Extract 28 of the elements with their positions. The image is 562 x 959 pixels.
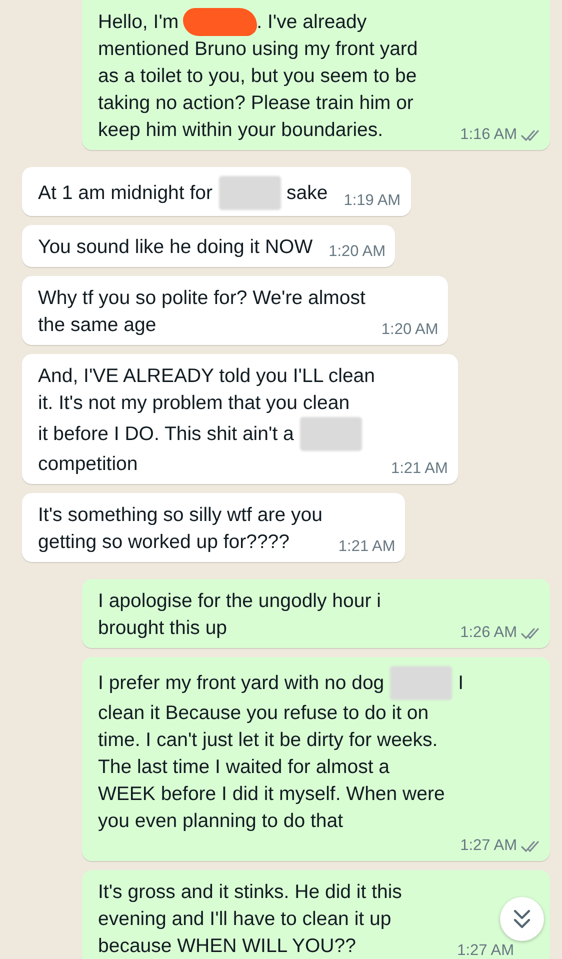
message-text: clean it Because you refuse to do it on time. I can't just let it be dirty for weeks. The last time I waited for almost a WEEK before I did it myself. When were you even planning to do that [98,701,445,834]
message-time: 1:16 AM [460,126,517,144]
double-chevron-down-icon [512,908,532,930]
message-text: I apologise for the ungodly hour i brought this up [98,589,381,641]
message-time: 1:20 AM [328,243,386,261]
message-text: It's gross and it stinks. He did it this evening and I'll have to clean it up because WHEN WILL YOU?? [98,880,402,959]
message-time: 1:19 AM [344,192,401,210]
message-text: I prefer my front yard with no dog [98,670,384,696]
blur-redaction [300,417,362,451]
message-text: sake [286,180,328,206]
message-text: it before I DO. This shit ain't a [38,422,294,446]
message-time: 1:20 AM [381,321,438,339]
message-text: Why tf you so polite for? We're almost the same age [38,286,366,338]
message-text: It's something so silly wtf are you getting so worked up for???? [38,503,322,555]
message-time: 1:27 AM [460,837,517,855]
blur-redaction [390,666,452,700]
message-text: I [458,670,464,696]
message-text: Hello, I'm [98,10,179,34]
blur-redaction [218,176,280,210]
message-time: 1:27 AM [457,942,514,959]
message-text: competition [38,452,138,477]
message-text: mentioned Bruno using my front yard as a toilet to you, but you seem to be taking no action? Please train him or keep him within your boundaries. [98,37,418,143]
message-time: 1:21 AM [390,460,448,478]
message-text: At 1 am midnight for [38,180,212,206]
message-text: . I've already [256,10,367,34]
message-time: 1:26 AM [460,624,517,642]
message-time: 1:21 AM [338,538,396,556]
message-text: You sound like he doing it NOW [38,235,313,260]
